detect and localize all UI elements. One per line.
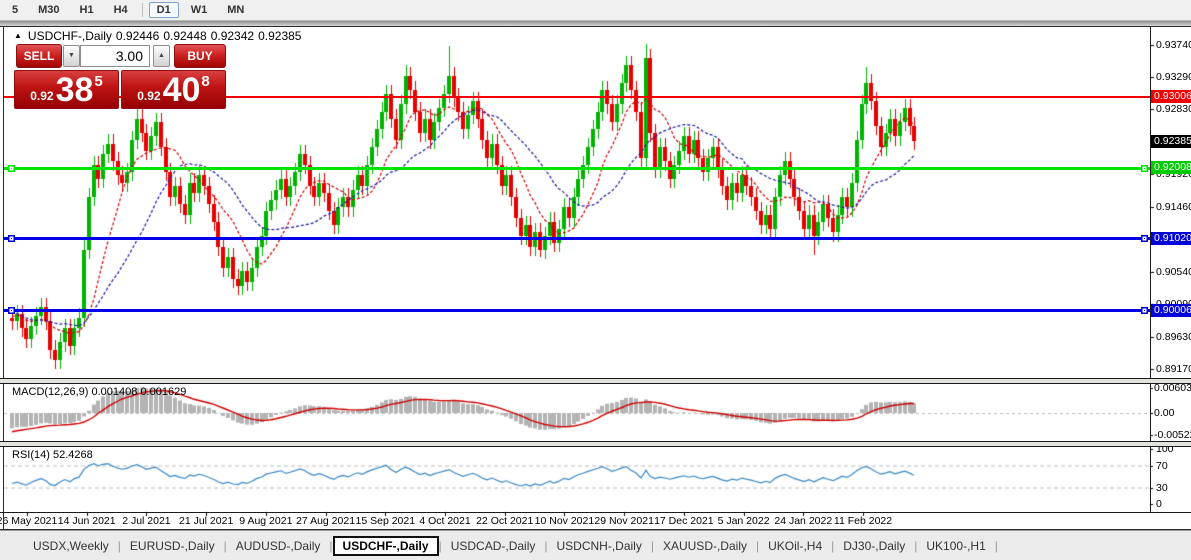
chart-window-left-border	[3, 26, 4, 529]
macd-axis-label: 0.00	[1154, 407, 1175, 419]
line-handle[interactable]	[8, 235, 15, 243]
date-axis-label: 14 Jun 2021	[57, 515, 116, 527]
tab-audusd-daily[interactable]: AUDUSD-,Daily	[227, 536, 330, 556]
sell-price-pips: 38	[55, 71, 94, 109]
rsi-pane-top-border	[0, 446, 1191, 447]
buy-price-pips: 40	[162, 71, 201, 109]
price-axis-label: 0.89170	[1156, 363, 1191, 376]
horizontal-line-0.90006[interactable]	[4, 307, 1150, 315]
macd-pane-top-border	[0, 383, 1191, 384]
one-click-trading-panel: SELL ▼ ▲ BUY 0.92 38 5 0.92 40 8	[14, 44, 226, 109]
tab-xauusd-daily[interactable]: XAUUSD-,Daily	[654, 536, 756, 556]
line-handle[interactable]	[8, 307, 15, 315]
date-axis-label: 21 Jul 2021	[178, 515, 234, 527]
tab-ukoil-h4[interactable]: UKOil-,H4	[759, 536, 831, 556]
price-axis-badge: 0.92008	[1151, 161, 1191, 175]
macd-value-1: 0.001408	[91, 386, 138, 398]
ohlc-open: 0.92446	[115, 29, 160, 43]
tab-separator: |	[994, 538, 998, 553]
date-axis-label: 24 Jan 2022	[774, 515, 833, 527]
price-axis-label: 0.93740	[1156, 38, 1191, 51]
tab-usdcad-daily[interactable]: USDCAD-,Daily	[442, 536, 545, 556]
date-axis-label: 11 Feb 2022	[833, 515, 893, 527]
price-axis-label: 0.90540	[1156, 266, 1191, 279]
macd-name: MACD(12,26,9)	[12, 386, 89, 398]
date-axis-label: 4 Oct 2021	[419, 515, 471, 527]
sell-button[interactable]: SELL	[16, 44, 62, 68]
collapse-quote-panel-icon[interactable]: ▲	[14, 31, 22, 40]
rsi-axis-label: 70	[1156, 459, 1168, 472]
line-handle[interactable]	[1141, 307, 1148, 315]
timeframe-button-m30[interactable]: M30	[30, 2, 67, 18]
line-handle[interactable]	[8, 164, 15, 172]
date-axis-label: 17 Dec 2021	[654, 515, 714, 527]
price-axis-label: 0.93290	[1156, 70, 1191, 83]
date-axis-label: 2 Jul 2021	[122, 515, 171, 527]
macd-pane-title: MACD(12,26,9) 0.001408 0.001629	[12, 386, 186, 398]
date-axis-label: 10 Nov 2021	[534, 515, 595, 527]
tab-usdcnh-daily[interactable]: USDCNH-,Daily	[548, 536, 651, 556]
date-axis-label: 9 Aug 2021	[239, 515, 293, 527]
toolbar-shadow	[0, 21, 1191, 26]
rsi-value: 52.4268	[52, 449, 93, 461]
horizontal-line-0.9102[interactable]	[4, 235, 1150, 243]
line-handle[interactable]	[1141, 235, 1148, 243]
tab-eurusd-daily[interactable]: EURUSD-,Daily	[121, 536, 224, 556]
buy-price-point: 8	[201, 73, 210, 90]
symbol-tab-bar: USDX,Weekly | EURUSD-,Daily | AUDUSD-,Daily |…	[0, 530, 1191, 560]
buy-button[interactable]: BUY	[174, 44, 226, 68]
toolbar-separator	[141, 3, 143, 17]
chart-window-top-border	[0, 26, 1191, 27]
sell-price-prefix: 0.92	[30, 89, 54, 103]
date-axis-label: 26 May 2021	[0, 515, 58, 527]
price-axis-label: 0.91460	[1156, 200, 1191, 213]
date-axis-label: 22 Oct 2021	[476, 515, 534, 527]
price-axis-label: 0.89630	[1156, 330, 1191, 343]
date-axis-label: 5 Jan 2022	[717, 515, 770, 527]
price-axis-label: 0.92830	[1156, 103, 1191, 116]
price-axis-badge: 0.91020	[1151, 231, 1191, 245]
date-axis-label: 15 Sep 2021	[355, 515, 416, 527]
timeframe-button-mn[interactable]: MN	[219, 2, 252, 18]
timeframe-toolbar: 5 M30 H1 H4 D1 W1 MN	[0, 0, 1191, 21]
price-axis-badge: 0.90006	[1151, 303, 1191, 317]
price-axis-badge: 0.93006	[1151, 90, 1191, 104]
ohlc-close: 0.92385	[258, 29, 302, 43]
sell-price-box[interactable]: 0.92 38 5	[14, 70, 119, 109]
timeframe-button-d1[interactable]: D1	[148, 2, 179, 18]
macd-axis-label: -0.00522	[1154, 428, 1191, 441]
rsi-name: RSI(14)	[12, 449, 50, 461]
volume-input[interactable]	[80, 45, 150, 67]
timeframe-button-5[interactable]: 5	[4, 2, 26, 18]
ohlc-low: 0.92342	[210, 29, 255, 43]
chart-symbol-period: USDCHF-,Daily	[27, 29, 112, 43]
timeframe-button-w1[interactable]: W1	[183, 2, 216, 18]
price-axis-badge: 0.92385	[1151, 134, 1191, 148]
date-axis-label: 29 Nov 2021	[594, 515, 654, 527]
rsi-pane-bottom-border	[0, 512, 1191, 513]
ohlc-high: 0.92448	[163, 29, 207, 43]
timeframe-button-h4[interactable]: H4	[106, 2, 136, 18]
sell-price-point: 5	[94, 73, 103, 90]
tab-dj30-daily[interactable]: DJ30-,Daily	[834, 536, 914, 556]
price-axis-separator	[1150, 27, 1151, 512]
macd-value-2: 0.001629	[140, 386, 187, 398]
line-handle[interactable]	[1141, 164, 1148, 172]
chart-title: ▲ USDCHF-,Daily 0.92446 0.92448 0.92342 0.923…	[14, 29, 305, 43]
buy-price-prefix: 0.92	[137, 89, 161, 103]
buy-price-box[interactable]: 0.92 40 8	[121, 70, 226, 109]
volume-increase-button[interactable]: ▲	[153, 45, 170, 67]
rsi-pane-title: RSI(14) 52.4268	[12, 449, 93, 461]
timeframe-button-h1[interactable]: H1	[72, 2, 102, 18]
rsi-axis-label: 30	[1156, 481, 1168, 494]
tab-uk100-h1[interactable]: UK100-,H1	[917, 536, 994, 556]
volume-decrease-button[interactable]: ▼	[63, 45, 80, 67]
tab-usdx-weekly[interactable]: USDX,Weekly	[24, 536, 118, 556]
tab-usdchf-daily[interactable]: USDCHF-,Daily	[332, 535, 439, 556]
horizontal-line-0.92008[interactable]	[4, 164, 1150, 172]
rsi-axis-label: 0	[1156, 498, 1162, 510]
date-axis-label: 27 Aug 2021	[296, 515, 356, 527]
